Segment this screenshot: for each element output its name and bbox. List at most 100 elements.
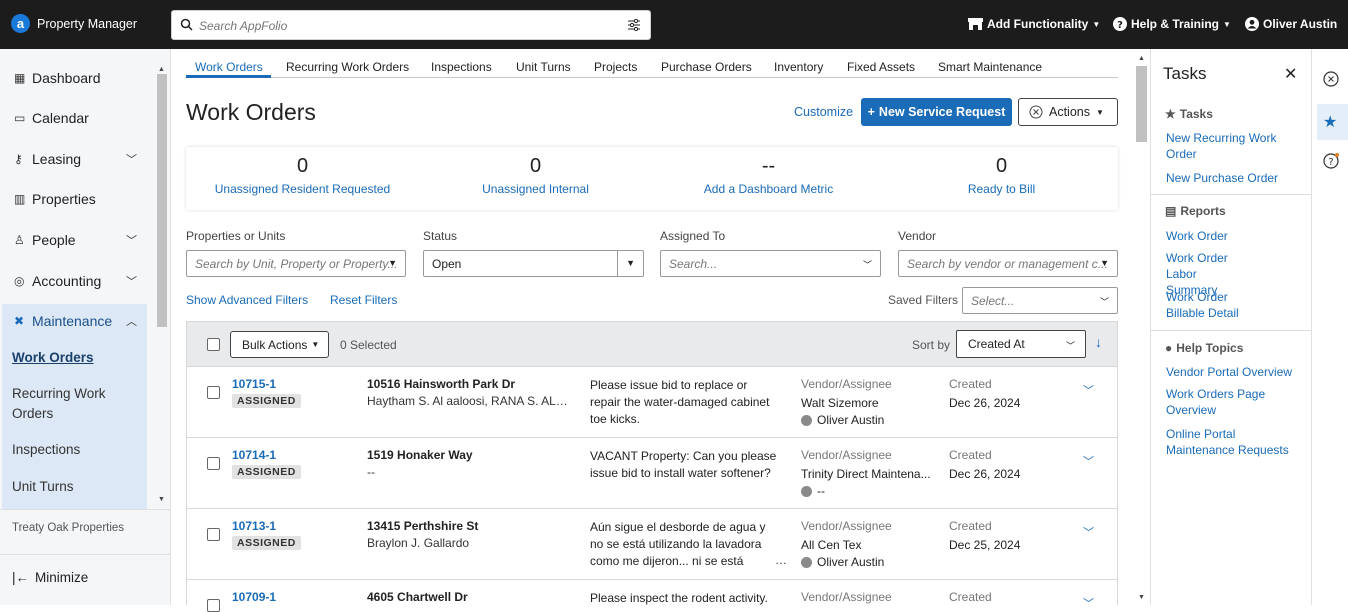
tab-recurring-work-orders[interactable]: Recurring Work Orders: [286, 60, 409, 74]
metric-card[interactable]: 0 Unassigned Internal: [419, 155, 652, 196]
sort-direction-arrow-icon[interactable]: ↓: [1095, 334, 1102, 350]
show-advanced-filters-link[interactable]: Show Advanced Filters: [186, 293, 308, 307]
sidebar-sub-label-line2: Orders: [12, 406, 54, 421]
user-menu[interactable]: Oliver Austin: [1245, 17, 1337, 31]
bulk-actions-button[interactable]: Bulk Actions ▼: [230, 331, 329, 358]
section-title: Help Topics: [1176, 341, 1244, 355]
work-order-id-link[interactable]: 10715-1: [232, 377, 276, 391]
property-address: 4605 Chartwell Dr: [367, 590, 468, 604]
work-order-row[interactable]: 10715-1 ASSIGNED 10516 Hainsworth Park D…: [186, 367, 1118, 438]
person-icon: ♙: [14, 233, 25, 247]
more-text-ellipsis[interactable]: …: [775, 553, 787, 567]
chevron-down-icon: ﹀: [1099, 297, 1109, 307]
chevron-down-icon[interactable]: ﹀: [1083, 524, 1094, 540]
star-icon[interactable]: ★: [1323, 112, 1337, 132]
sidebar-scrollbar-thumb[interactable]: [157, 74, 167, 327]
customize-link[interactable]: Customize: [794, 105, 853, 119]
sidebar-sub-unit-turns[interactable]: Unit Turns: [12, 477, 74, 497]
help-link-online-portal-maintenance-requests[interactable]: Online Portal Maintenance Requests: [1166, 426, 1296, 458]
status-filter-value: Open: [432, 256, 462, 271]
task-link-new-purchase-order[interactable]: New Purchase Order: [1166, 170, 1301, 186]
sidebar-sub-work-orders[interactable]: Work Orders: [12, 348, 94, 368]
metric-label[interactable]: Ready to Bill: [885, 182, 1118, 196]
sidebar-item-properties[interactable]: ▥ Properties: [0, 180, 147, 218]
work-order-row[interactable]: 10714-1 ASSIGNED 1519 Honaker Way -- VAC…: [186, 438, 1118, 509]
close-icon[interactable]: ✕: [1284, 64, 1297, 84]
close-circle-icon[interactable]: [1323, 71, 1339, 87]
tab-work-orders[interactable]: Work Orders: [195, 60, 263, 74]
metric-label[interactable]: Add a Dashboard Metric: [652, 182, 885, 196]
tab-inventory[interactable]: Inventory: [774, 60, 823, 74]
report-link-work-order-billable-detail[interactable]: Work Order Billable Detail: [1166, 289, 1246, 321]
task-link-new-recurring-work-order[interactable]: New Recurring Work Order: [1166, 130, 1301, 162]
vendor-assignee-label: Vendor/Assignee: [801, 519, 892, 533]
sort-select[interactable]: Created At ﹀: [956, 330, 1086, 358]
select-all-checkbox[interactable]: [207, 338, 220, 351]
chevron-down-icon[interactable]: ﹀: [1083, 382, 1094, 398]
scroll-up-arrow-icon[interactable]: ▲: [158, 66, 165, 73]
sidebar-sub-inspections[interactable]: Inspections: [12, 440, 80, 460]
main-scrollbar-thumb[interactable]: [1136, 66, 1147, 142]
metric-value: 0: [529, 155, 542, 177]
sidebar-sub-recurring-work-orders[interactable]: Recurring Work Orders: [12, 384, 106, 424]
help-link-vendor-portal-overview[interactable]: Vendor Portal Overview: [1166, 364, 1301, 380]
scroll-down-arrow-icon[interactable]: ▼: [1138, 594, 1145, 601]
user-icon: [801, 485, 812, 497]
metric-label[interactable]: Unassigned Internal: [419, 182, 652, 196]
add-functionality-menu[interactable]: Add Functionality ▼: [968, 17, 1100, 31]
report-link-work-order[interactable]: Work Order: [1166, 228, 1301, 244]
tab-purchase-orders[interactable]: Purchase Orders: [661, 60, 752, 74]
tab-inspections[interactable]: Inspections: [431, 60, 492, 74]
help-training-label: Help & Training: [1131, 17, 1220, 31]
vendor-filter-input[interactable]: Search by vendor or management c... ▼: [898, 250, 1118, 277]
chevron-down-icon[interactable]: ﹀: [1083, 453, 1094, 469]
row-checkbox[interactable]: [207, 457, 220, 470]
work-order-id-link[interactable]: 10709-1: [232, 590, 276, 604]
metric-card[interactable]: 0 Unassigned Resident Requested: [186, 155, 419, 196]
help-link-work-orders-page-overview[interactable]: Work Orders Page Overview: [1166, 386, 1281, 418]
chevron-down-icon: ﹀: [126, 276, 137, 288]
help-icon[interactable]: ?: [1323, 153, 1339, 169]
filter-sliders-icon[interactable]: [628, 19, 640, 31]
sidebar-item-people[interactable]: ♙ People ﹀: [0, 221, 147, 259]
actions-button[interactable]: Actions ▼: [1018, 98, 1118, 126]
sidebar-item-accounting[interactable]: ◎ Accounting ﹀: [0, 262, 147, 300]
minimize-sidebar-button[interactable]: |← Minimize: [12, 570, 88, 585]
status-filter-select[interactable]: Open ▼: [423, 250, 644, 277]
appfolio-logo-icon[interactable]: a: [11, 14, 30, 33]
tab-projects[interactable]: Projects: [594, 60, 637, 74]
properties-filter-input[interactable]: Search by Unit, Property or Property... …: [186, 250, 406, 277]
tenant-names: --: [367, 465, 375, 479]
saved-filters-select[interactable]: Select... ﹀: [962, 287, 1118, 314]
new-service-request-button[interactable]: + New Service Request: [861, 98, 1012, 126]
global-search[interactable]: [171, 10, 651, 40]
scroll-up-arrow-icon[interactable]: ▲: [1138, 55, 1145, 62]
sidebar-item-leasing[interactable]: ⚷ Leasing ﹀: [0, 140, 147, 178]
search-input[interactable]: [199, 17, 599, 34]
metric-label[interactable]: Unassigned Resident Requested: [186, 182, 419, 196]
vendor-assignee-label: Vendor/Assignee: [801, 377, 892, 391]
reset-filters-link[interactable]: Reset Filters: [330, 293, 397, 307]
tab-fixed-assets[interactable]: Fixed Assets: [847, 60, 915, 74]
chevron-down-icon[interactable]: ﹀: [1083, 595, 1094, 611]
tab-unit-turns[interactable]: Unit Turns: [516, 60, 571, 74]
sidebar-item-dashboard[interactable]: ▦ Dashboard: [0, 59, 147, 97]
assigned-filter-placeholder: Search...: [669, 256, 718, 271]
metric-card[interactable]: 0 Ready to Bill: [885, 155, 1118, 196]
help-training-menu[interactable]: ? Help & Training ▼: [1113, 17, 1231, 31]
row-checkbox[interactable]: [207, 528, 220, 541]
row-checkbox[interactable]: [207, 599, 220, 612]
scroll-down-arrow-icon[interactable]: ▼: [158, 496, 165, 503]
tab-smart-maintenance[interactable]: Smart Maintenance: [938, 60, 1042, 74]
work-order-row[interactable]: 10713-1 ASSIGNED 13415 Perthshire St Bra…: [186, 509, 1118, 580]
metric-card[interactable]: -- Add a Dashboard Metric: [652, 155, 885, 196]
brand-name[interactable]: Property Manager: [37, 17, 137, 31]
work-order-row[interactable]: 10709-1 4605 Chartwell Dr Please inspect…: [186, 580, 1118, 612]
sidebar-item-maintenance[interactable]: ✖ Maintenance ︿: [0, 302, 147, 340]
sidebar-item-calendar[interactable]: ▭ Calendar: [0, 99, 147, 137]
assigned-to-filter-input[interactable]: Search... ﹀: [660, 250, 881, 277]
row-checkbox[interactable]: [207, 386, 220, 399]
bulk-actions-label: Bulk Actions: [242, 337, 308, 352]
work-order-id-link[interactable]: 10713-1: [232, 519, 276, 533]
work-order-id-link[interactable]: 10714-1: [232, 448, 276, 462]
